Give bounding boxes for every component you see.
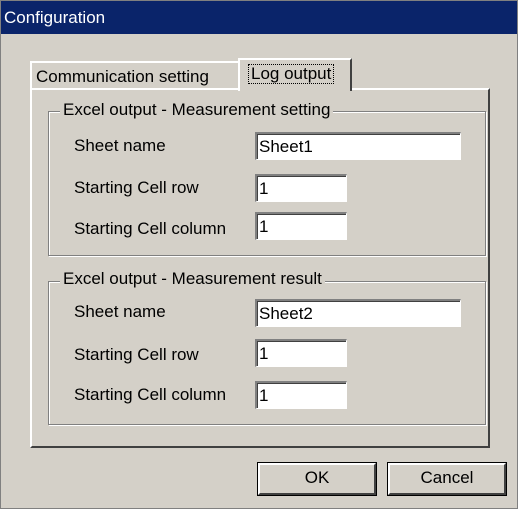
tab-communication-setting[interactable]: Communication setting — [30, 61, 238, 88]
result-start-row-input[interactable] — [255, 339, 347, 367]
setting-sheet-name-input[interactable] — [255, 132, 461, 160]
result-sheet-name-input[interactable] — [255, 299, 461, 327]
setting-start-row-input[interactable] — [255, 174, 347, 202]
start-column-label: Starting Cell column — [74, 219, 227, 238]
title-bar[interactable]: Configuration — [1, 1, 517, 34]
window-title: Configuration — [4, 8, 106, 27]
start-row-label: Starting Cell row — [74, 345, 199, 364]
tab-log-output[interactable]: Log output — [238, 58, 352, 91]
ok-button[interactable]: OK — [257, 462, 377, 496]
result-start-column-input[interactable] — [255, 381, 347, 409]
group-title: Excel output - Measurement setting — [60, 101, 334, 119]
sheet-name-label: Sheet name — [74, 302, 166, 321]
cancel-button[interactable]: Cancel — [387, 462, 507, 496]
start-column-label: Starting Cell column — [74, 385, 227, 404]
tab-label: Communication setting — [36, 67, 209, 86]
sheet-name-label: Sheet name — [74, 136, 166, 155]
group-title: Excel output - Measurement result — [60, 270, 325, 288]
tab-label: Log output — [248, 64, 335, 84]
start-row-label: Starting Cell row — [74, 178, 199, 197]
setting-start-column-input[interactable] — [255, 212, 347, 240]
